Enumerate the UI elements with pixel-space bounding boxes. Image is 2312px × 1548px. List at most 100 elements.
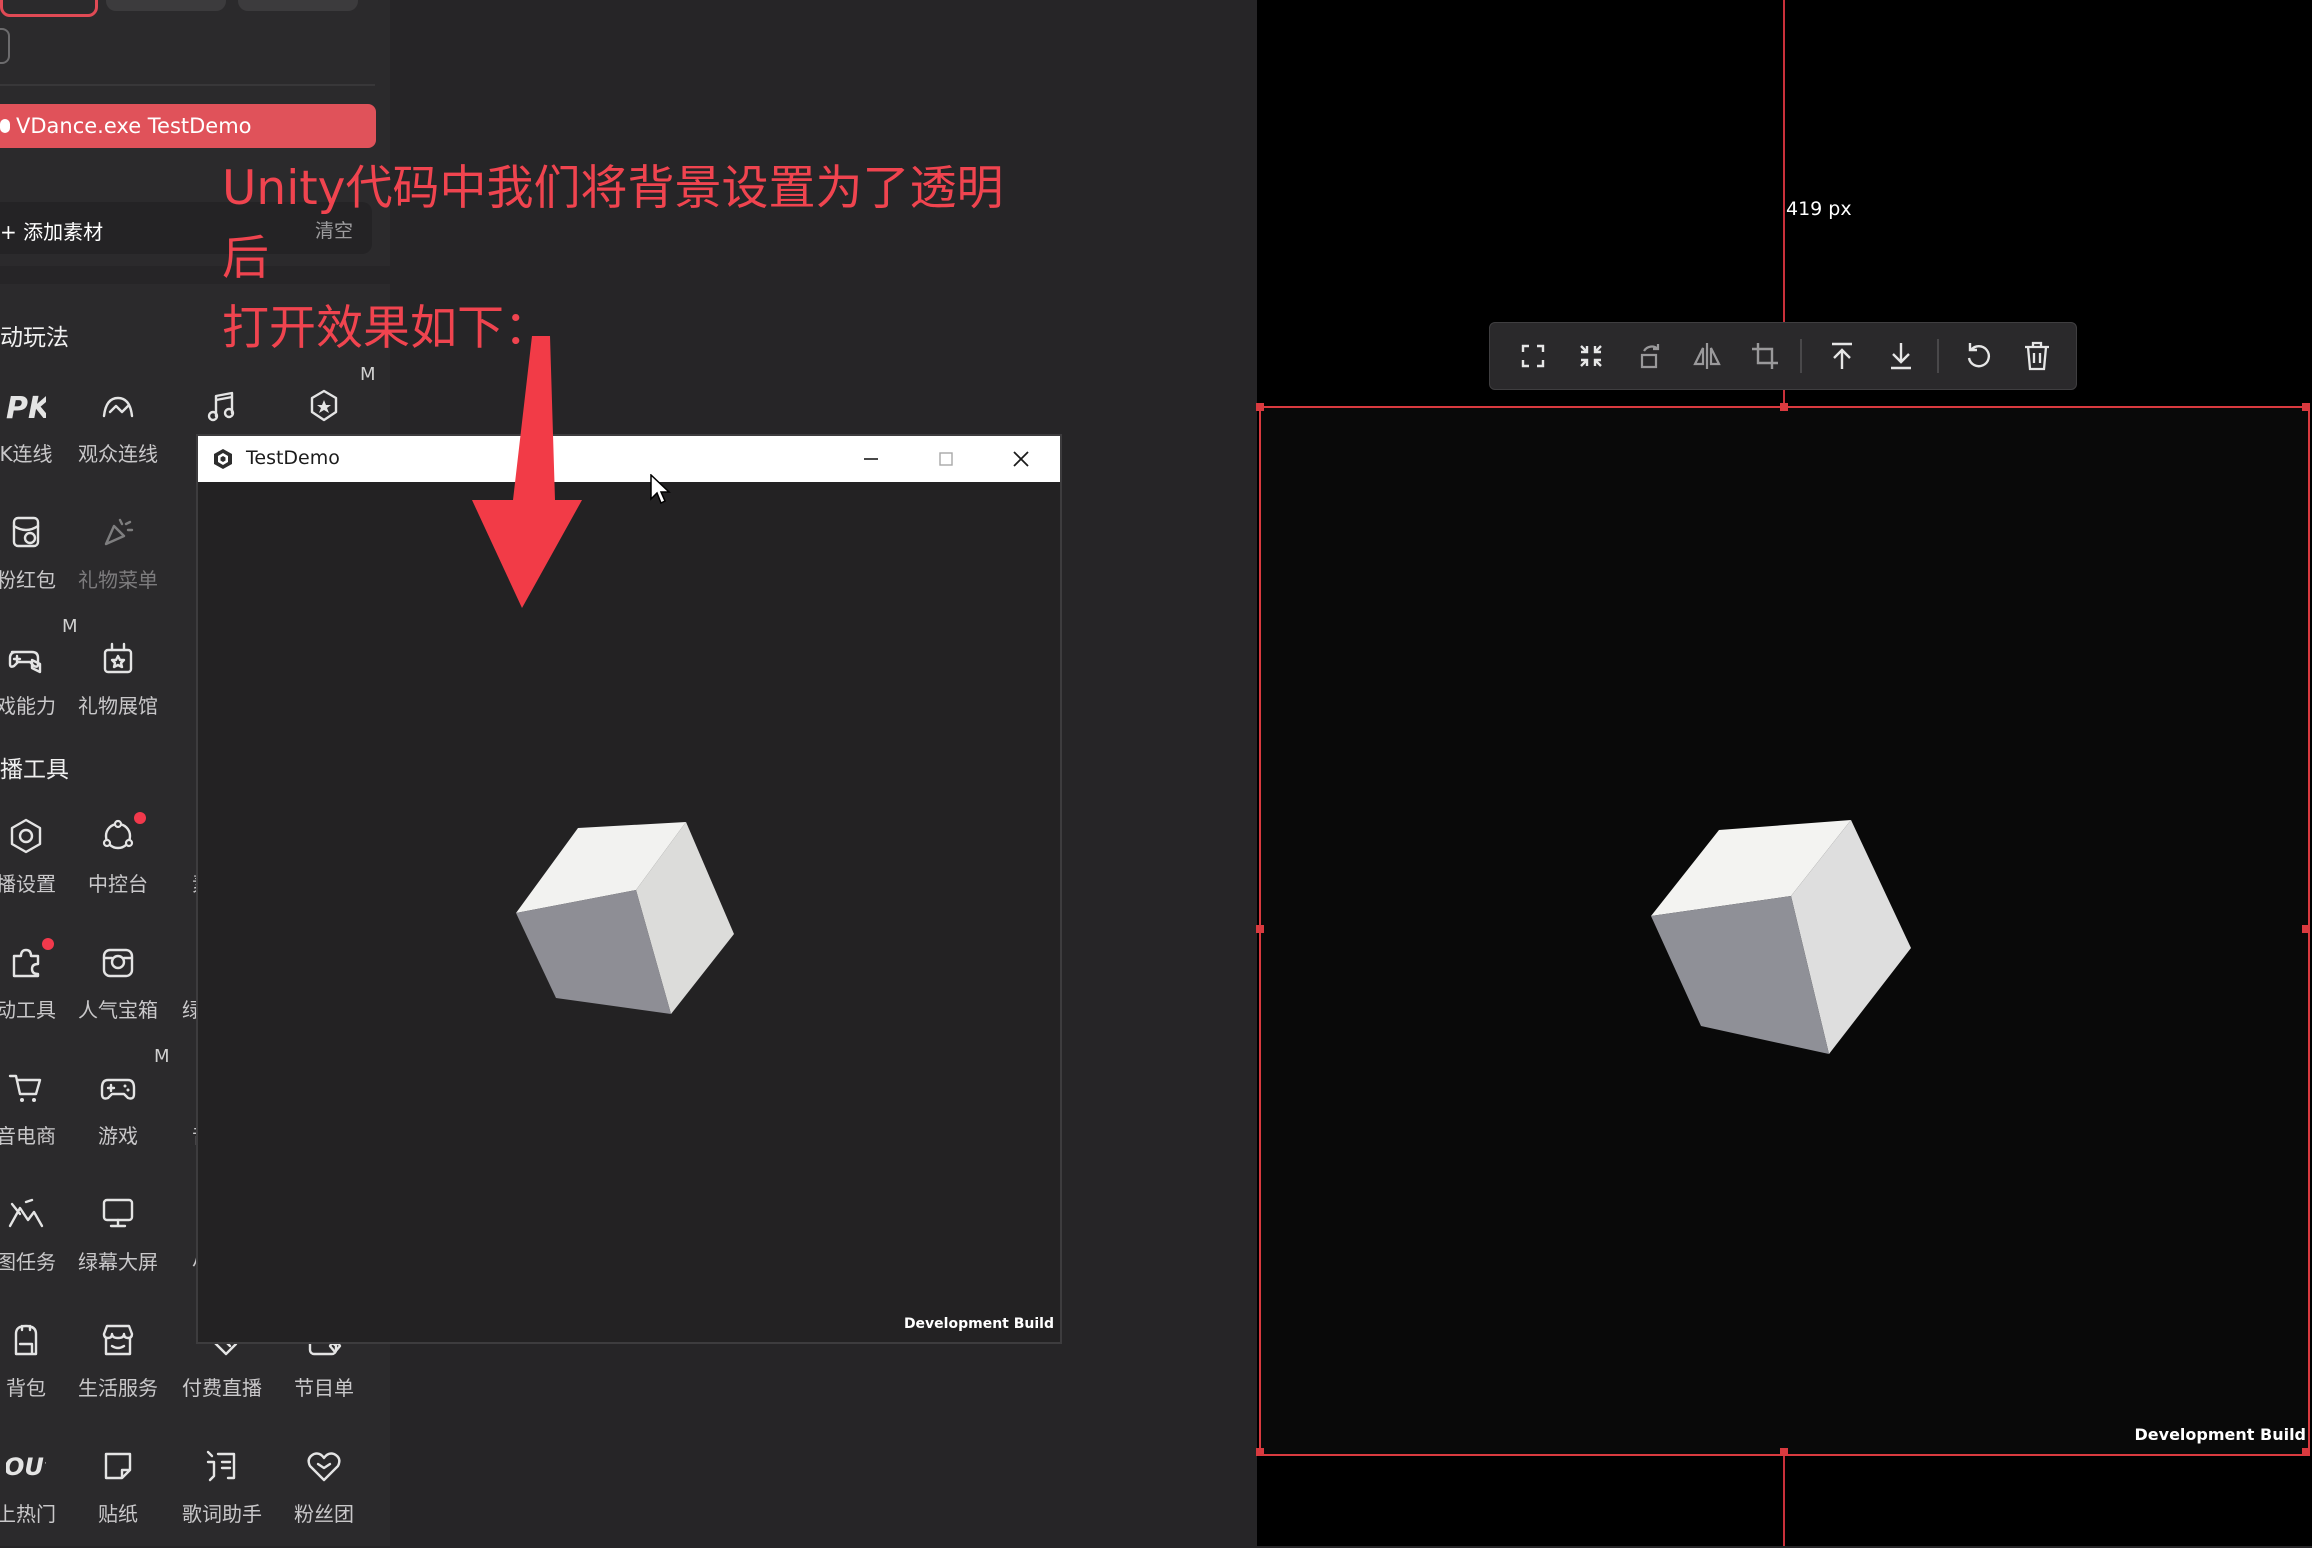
sidebar-tile[interactable]: 绿幕大屏 [66,1186,170,1296]
gamepad-icon [100,1078,136,1100]
move-bottom-icon[interactable] [1882,337,1920,375]
window-title: TestDemo [246,447,340,469]
sidebar-tile-label: 付费直播 [182,1376,262,1400]
resize-handle-top[interactable] [1780,403,1788,411]
section-title-interactive: 动玩法 [0,325,69,351]
delete-icon[interactable] [2018,337,2056,375]
audience-link-icon [102,396,134,418]
annotation-line-2: 后 [222,231,269,286]
resize-handle-bottom[interactable] [1780,1448,1788,1456]
fan-club-icon [307,1452,341,1482]
toolbar-separator [1937,339,1939,373]
crop-icon[interactable] [1746,337,1784,375]
control-center-icon [102,819,134,850]
m-badge: M [154,1046,170,1067]
guide-line-bottom [1783,1452,1785,1546]
gift-menu-icon [104,518,134,546]
rotate-icon[interactable] [1630,337,1668,375]
sticker-icon [104,1452,132,1480]
distance-label: 419 px [1786,198,1852,220]
source-dot-icon [0,119,10,133]
resize-handle-bottom-left[interactable] [1256,1448,1264,1456]
top-tab-2[interactable] [106,0,226,11]
m-badge: M [360,364,376,385]
window-titlebar[interactable]: TestDemo [198,436,1060,482]
dou-plus-icon: OU⁺ [6,1453,46,1481]
notification-dot [42,938,54,950]
monitor-icon [102,1198,134,1228]
resize-handle-right[interactable] [2302,925,2310,933]
add-material-button[interactable]: + 添加素材 [0,216,103,245]
music-note-icon [207,391,235,422]
treasure-box-icon [102,948,134,978]
svg-text:OU⁺: OU⁺ [6,1453,46,1481]
divider [0,84,375,86]
sidebar-tile-label: 中控台 [88,872,148,896]
resize-handle-bottom-right[interactable] [2302,1448,2310,1456]
minimize-icon[interactable] [858,446,884,472]
source-label: VDance.exe TestDemo [16,114,252,138]
puzzle-icon [12,948,40,978]
toolbar-separator [1800,339,1802,373]
lyrics-icon [206,1450,236,1482]
sidebar-tile-label: 歌词助手 [182,1502,262,1526]
cube-render-preview [1651,820,1911,1054]
development-build-label: Development Build [903,1316,1054,1332]
notification-dot [134,812,146,824]
store-icon [102,1324,134,1356]
map-task-icon [8,1198,44,1228]
sidebar-tile-label: 节目单 [294,1376,354,1400]
annotation-line-1: Unity代码中我们将背景设置为了透明 [222,161,1004,216]
gift-gallery-icon [103,642,133,674]
sidebar-tile-label: 礼物展馆 [78,694,158,718]
cart-icon [8,1074,42,1102]
fullscreen-icon[interactable] [1514,337,1552,375]
sidebar-tile[interactable]: 观众连线 [66,378,170,488]
maximize-icon[interactable] [933,446,959,472]
section-title-tools: 播工具 [0,757,69,783]
collapse-handle[interactable] [0,28,10,64]
sidebar-tile[interactable]: 生活服务 [66,1312,170,1422]
resize-handle-top-right[interactable] [2302,403,2310,411]
vdance-source-item[interactable]: VDance.exe TestDemo [0,104,376,148]
resize-handle-left[interactable] [1256,925,1264,933]
sidebar-tile-label: 礼物菜单 [78,568,158,592]
top-tab-3[interactable] [238,0,358,11]
selected-source-frame[interactable]: Development Build [1259,406,2310,1456]
mouse-cursor-icon [650,474,671,505]
sidebar-tile-label: 观众连线 [78,442,158,466]
sidebar-tile[interactable]: 游戏 M [66,1046,170,1170]
fit-screen-icon[interactable] [1572,337,1610,375]
sidebar-tile[interactable]: 歌词助手 [170,1438,274,1548]
sidebar-tile[interactable]: 贴纸 [66,1438,170,1548]
sidebar-tile-label: 绿幕大屏 [78,1250,158,1274]
reset-icon[interactable] [1960,337,1998,375]
cube-render [516,822,734,1014]
sidebar-tile[interactable]: 粉丝团 [272,1438,376,1548]
backpack-icon [14,1324,38,1356]
red-packet-icon [12,516,40,548]
gamepad-plus-icon [8,650,42,674]
svg-text:PK: PK [6,391,46,426]
badge-star-icon [310,389,338,422]
red-arrow-down-icon [472,336,582,608]
flip-icon[interactable] [1688,337,1726,375]
pk-icon: PK [6,391,46,426]
move-top-icon[interactable] [1823,337,1861,375]
unity-logo-icon [214,449,232,469]
sidebar-tile-label: 生活服务 [78,1376,158,1400]
testdemo-window: TestDemo Development Build [198,436,1060,1342]
sidebar-tile[interactable]: 礼物展馆 [66,630,170,740]
sidebar-tile[interactable]: 礼物菜单 [66,504,170,614]
resize-handle-top-left[interactable] [1256,403,1264,411]
settings-hex-icon [10,818,42,854]
sidebar-tile[interactable]: 人气宝箱 [66,934,170,1044]
sidebar-gap [0,266,390,284]
sidebar-tile[interactable]: 中控台 [66,808,170,918]
top-tab-1[interactable] [0,0,98,17]
sidebar-tile-label: 粉丝团 [294,1502,354,1526]
transform-toolbar [1489,322,2077,390]
close-icon[interactable] [1008,446,1034,472]
sidebar-tile-label: 人气宝箱 [78,998,158,1022]
sidebar-tile-label: 贴纸 [98,1502,138,1526]
